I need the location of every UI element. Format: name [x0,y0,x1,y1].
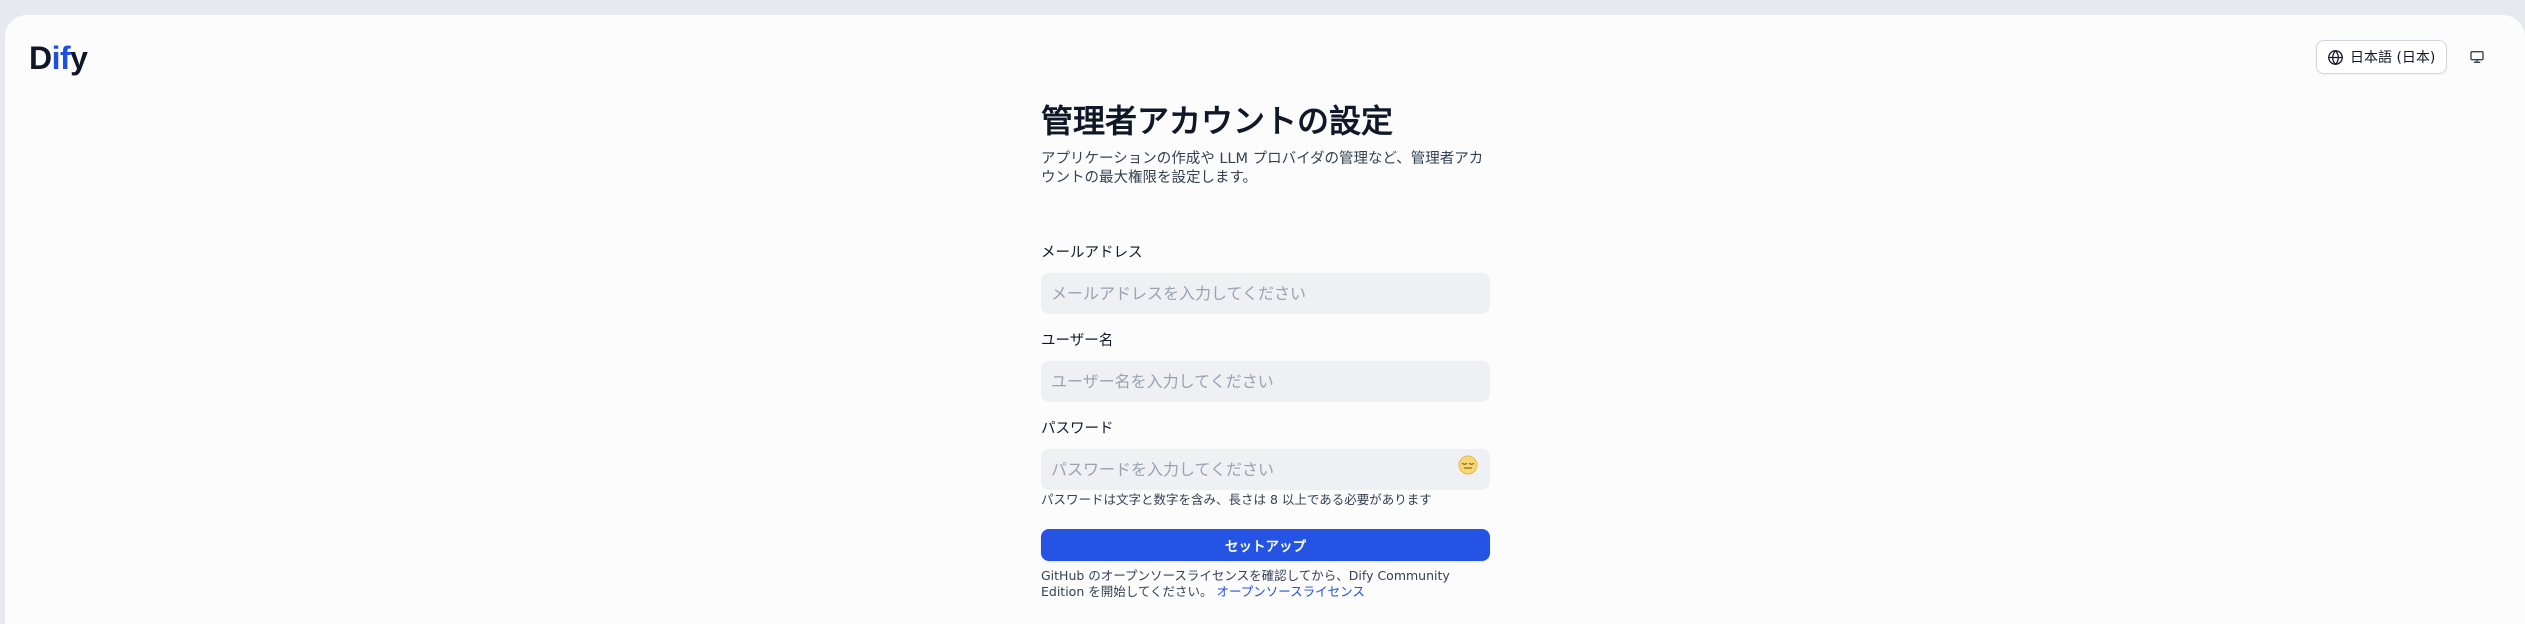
username-field[interactable] [1041,361,1490,402]
globe-icon [2328,49,2343,65]
language-selector[interactable]: 日本語 (日本) [2316,40,2448,74]
email-label: メールアドレス [1041,245,1143,261]
username-label: ユーザー名 [1041,333,1114,349]
license-notice: GitHub のオープンソースライセンスを確認してから、Dify Communi… [1041,568,1493,600]
dify-logo: Dif y [29,40,88,76]
password-field[interactable] [1041,449,1490,490]
setup-button[interactable]: セットアップ [1041,529,1490,561]
password-hint: パスワードは文字と数字を含み、長さは 8 以上である必要があります [1041,492,1432,507]
email-field[interactable] [1041,273,1490,314]
app-window: Dif y 日本語 (日本) 管理者アカウントの設定 アプリケーションの作成や L… [5,15,2525,624]
page-subtitle: アプリケーションの作成や LLM プロバイダの管理など、管理者アカウントの最大権… [1041,151,1484,186]
password-visibility-toggle[interactable] [1457,454,1479,476]
license-link[interactable]: オープンソースライセンス [1216,584,1364,599]
language-label: 日本語 (日本) [2350,50,2436,66]
page-title: 管理者アカウントの設定 [1041,102,1394,140]
monitor-icon [2470,51,2484,63]
password-label: パスワード [1041,421,1114,437]
eye-closed-icon [1458,455,1478,475]
theme-toggle[interactable] [2467,47,2487,67]
